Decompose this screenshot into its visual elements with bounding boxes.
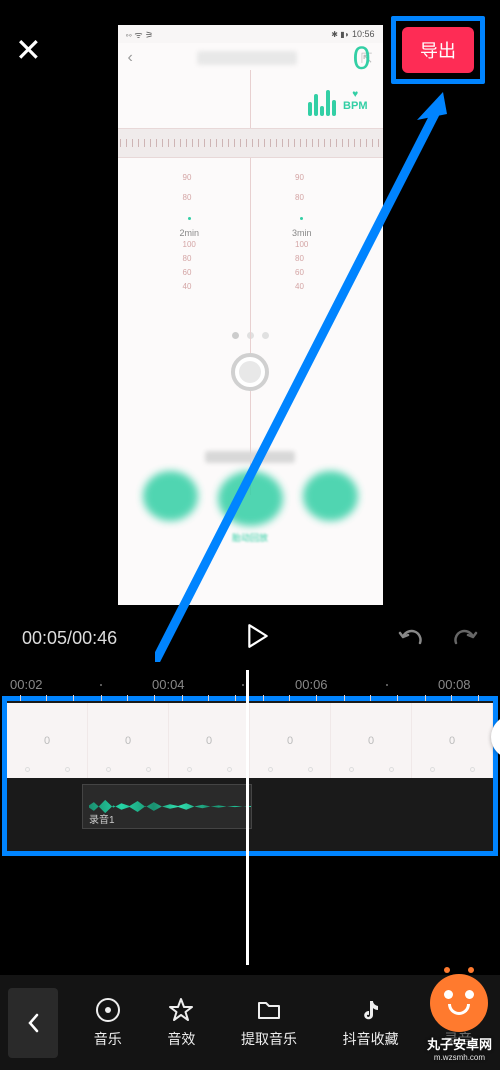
bottom-toolbar: 音乐 音效 提取音乐 抖音收藏 录音	[0, 975, 500, 1070]
audio-clip[interactable]: 录音1	[82, 784, 252, 829]
heart-icon: ♥	[352, 89, 358, 100]
toolbar-extract[interactable]: 提取音乐	[241, 997, 297, 1049]
preview-title-blur	[197, 51, 297, 65]
folder-icon	[256, 997, 282, 1023]
preview-chart-2: 100 80 60 40 100 80 60 40 0	[118, 238, 383, 318]
timeline-ruler[interactable]: 00:02 · 00:04 · 00:06 · 00:08	[0, 672, 500, 696]
preview-counter: 0	[353, 40, 371, 77]
close-button[interactable]: ✕	[15, 31, 42, 69]
undo-button[interactable]	[398, 625, 424, 652]
redo-button[interactable]	[452, 625, 478, 652]
preview-chart-1: 90 80 2min 90 80 3min	[118, 158, 383, 238]
timeline-highlight: 0 0 0 0 0 0 + 录音1	[2, 696, 498, 856]
watermark: 丸子安卓网 m.wzsmh.com	[427, 974, 492, 1062]
time-display: 00:05/00:46	[22, 628, 117, 649]
watermark-logo	[430, 974, 488, 1032]
preview-waveform	[118, 128, 383, 158]
toolbar-sfx[interactable]: 音效	[167, 997, 195, 1049]
export-button[interactable]: 导出	[402, 27, 474, 73]
preview-bottom-circles	[118, 471, 383, 526]
star-icon	[168, 997, 194, 1023]
preview-label-blur	[205, 451, 295, 463]
phone-status-bar: ◦◦ ᯤ ⚞ ✱ ▮◗ 10:56	[118, 25, 383, 43]
play-button[interactable]	[247, 623, 269, 654]
video-track[interactable]: 0 0 0 0 0 0 +	[7, 703, 493, 778]
preview-record-button	[231, 353, 269, 391]
playhead[interactable]	[246, 670, 249, 965]
audio-clip-label: 录音1	[89, 811, 115, 826]
video-preview[interactable]: ◦◦ ᯤ ⚞ ✱ ▮◗ 10:56 ‹ ⇱ ♥ BPM 90	[118, 25, 383, 605]
douyin-icon	[358, 997, 384, 1023]
toolbar-back-button[interactable]	[8, 988, 58, 1058]
preview-back-icon: ‹	[128, 49, 133, 67]
toolbar-douyin[interactable]: 抖音收藏	[343, 997, 399, 1049]
toolbar-music[interactable]: 音乐	[94, 997, 122, 1049]
music-icon	[95, 997, 121, 1023]
export-highlight: 导出	[391, 16, 485, 84]
